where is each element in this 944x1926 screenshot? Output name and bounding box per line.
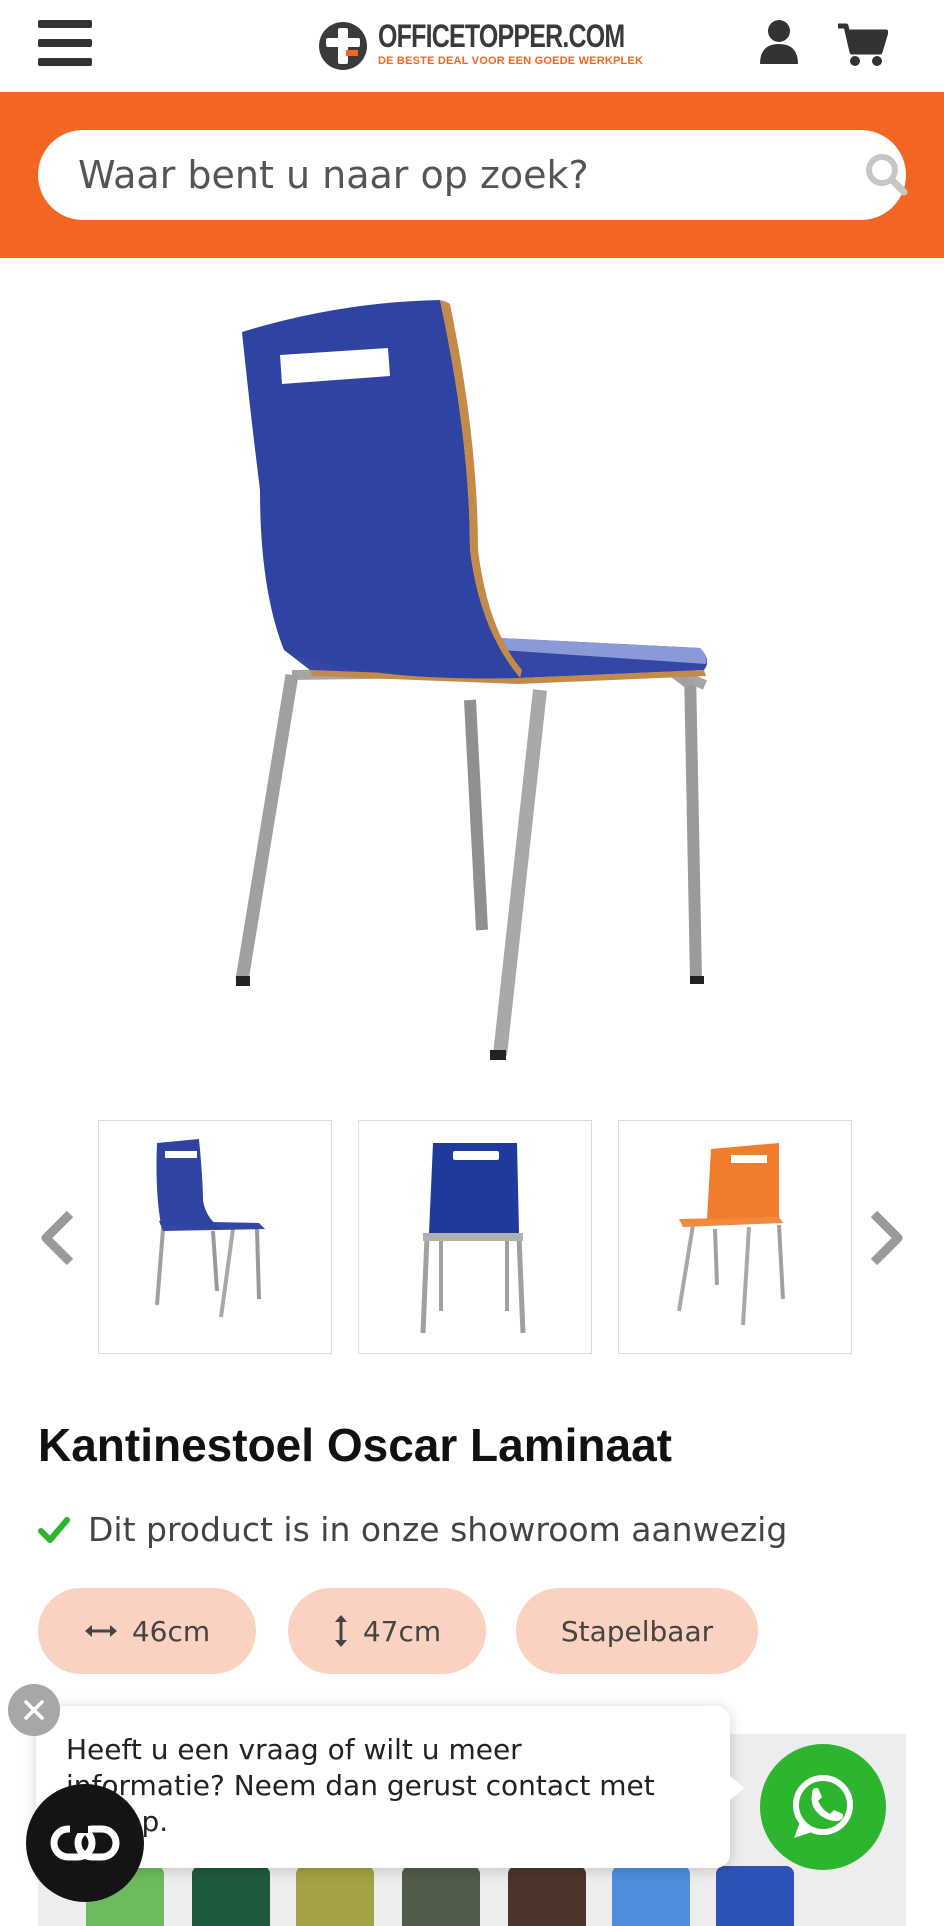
thumbnail-2-image — [420, 1143, 526, 1334]
check-icon — [38, 1517, 70, 1543]
spec-feature-badge: Stapelbaar — [516, 1588, 758, 1674]
width-arrows-icon — [84, 1625, 117, 1637]
height-arrows-icon — [334, 1615, 347, 1647]
site-logo[interactable]: OFFICETOPPER.COM DE BESTE DEAL VOOR EEN … — [316, 18, 643, 72]
menu-icon[interactable] — [38, 18, 92, 68]
logo-name: OFFICETOPPER.COM — [378, 18, 625, 54]
chat-message: Heeft u een vraag of wilt u meer informa… — [66, 1733, 655, 1838]
thumbnail-2[interactable] — [358, 1120, 592, 1354]
color-swatch[interactable] — [612, 1866, 690, 1926]
cookie-settings-button[interactable] — [26, 1784, 144, 1902]
user-icon[interactable] — [758, 18, 800, 66]
thumbnail-next-arrow-icon[interactable] — [864, 1208, 908, 1268]
thumbnail-3[interactable] — [618, 1120, 852, 1354]
thumbnail-3-image — [677, 1143, 785, 1326]
color-swatch[interactable] — [508, 1866, 586, 1926]
spec-width-badge: 46cm — [38, 1588, 256, 1674]
thumbnail-prev-arrow-icon[interactable] — [36, 1208, 80, 1268]
color-swatch[interactable] — [296, 1866, 374, 1926]
showroom-text: Dit product is in onze showroom aanwezig — [88, 1510, 788, 1549]
thumbnail-1[interactable] — [98, 1120, 332, 1354]
color-swatch[interactable] — [192, 1866, 270, 1926]
search-input[interactable] — [78, 130, 818, 220]
spec-feature-value: Stapelbaar — [560, 1614, 714, 1648]
search-icon[interactable] — [864, 152, 908, 196]
cart-icon[interactable] — [836, 22, 888, 68]
search-box — [38, 130, 908, 220]
close-icon[interactable] — [8, 1684, 60, 1736]
whatsapp-button[interactable] — [760, 1744, 886, 1870]
logo-mark-icon — [319, 22, 367, 70]
color-swatch[interactable] — [402, 1866, 480, 1926]
thumbnail-1-image — [155, 1139, 265, 1318]
spec-height-badge: 47cm — [288, 1588, 486, 1674]
logo-tagline: DE BESTE DEAL VOOR EEN GOEDE WERKPLEK — [378, 55, 644, 67]
cookie-consent-icon — [50, 1825, 120, 1861]
product-title: Kantinestoel Oscar Laminaat — [38, 1419, 672, 1471]
spec-height-value: 47cm — [362, 1614, 442, 1648]
spec-width-value: 46cm — [131, 1614, 211, 1648]
site-header: OFFICETOPPER.COM DE BESTE DEAL VOOR EEN … — [0, 0, 944, 92]
search-band — [0, 92, 944, 258]
product-main-image[interactable] — [200, 290, 740, 1080]
whatsapp-icon — [793, 1775, 853, 1838]
color-swatch[interactable] — [716, 1866, 794, 1926]
